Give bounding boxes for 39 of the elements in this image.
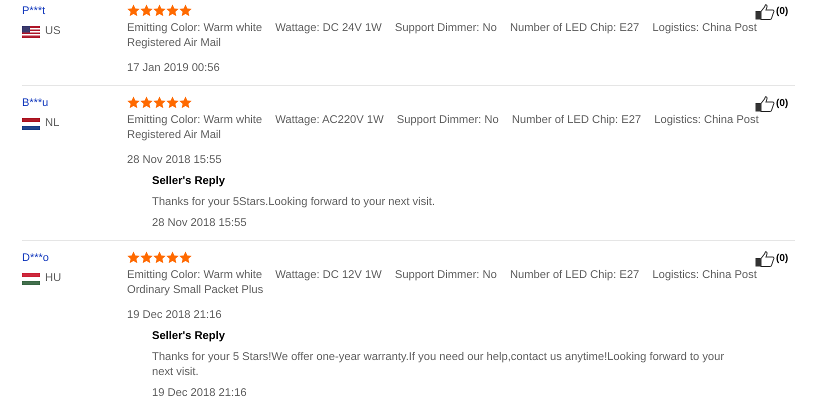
reply-date: 28 Nov 2018 15:55: [152, 216, 247, 231]
thumbs-up-icon[interactable]: [755, 4, 775, 20]
star-icon: [179, 251, 192, 264]
reviewer-name[interactable]: D***o: [22, 251, 49, 266]
like-count: (0): [776, 252, 788, 266]
review-date: 17 Jan 2019 00:56: [127, 61, 220, 76]
star-icon: [153, 4, 166, 17]
like-count: (0): [776, 5, 788, 19]
thumbs-up-icon[interactable]: [755, 251, 775, 267]
reply-date: 19 Dec 2018 21:16: [152, 386, 247, 400]
product-attributes: Emitting Color: Warm white Wattage: DC 12V 1W Support Dimmer: No Number of LED Chip: E27 Logistics: China Post Ordinary Small Packet Plus: [127, 268, 758, 298]
country-code: NL: [45, 116, 60, 131]
country-code: HU: [45, 271, 62, 286]
star-icon: [166, 4, 179, 17]
review-date: 19 Dec 2018 21:16: [127, 308, 222, 323]
reviewer-name[interactable]: B***u: [22, 96, 48, 111]
star-icon: [127, 4, 140, 17]
country-code: US: [45, 24, 61, 39]
like-count: (0): [776, 97, 788, 111]
reply-text: Thanks for your 5 Stars!We offer one-year warranty.If you need our help,contact us anytime!Looking forward to your next visit.: [152, 350, 726, 380]
review-date: 28 Nov 2018 15:55: [127, 153, 222, 168]
reply-title: Seller's Reply: [152, 329, 225, 344]
star-icon: [140, 251, 153, 264]
star-icon: [140, 96, 153, 109]
reply-text: Thanks for your 5Stars.Looking forward to your next visit.: [152, 195, 436, 210]
reply-title: Seller's Reply: [152, 174, 225, 189]
star-icon: [140, 4, 153, 17]
star-icon: [179, 96, 192, 109]
star-icon: [179, 4, 192, 17]
product-attributes: Emitting Color: Warm white Wattage: AC220V 1W Support Dimmer: No Number of LED Chip: E27 Logistics: China Post Registered Air Mail: [127, 113, 760, 143]
star-icon: [153, 251, 166, 264]
star-icon: [166, 251, 179, 264]
star-icon: [153, 96, 166, 109]
product-attributes: Emitting Color: Warm white Wattage: DC 24V 1W Support Dimmer: No Number of LED Chip: E27 Logistics: China Post Registered Air Mail: [127, 21, 758, 51]
star-icon: [127, 251, 140, 264]
star-icon: [127, 96, 140, 109]
star-icon: [166, 96, 179, 109]
reviewer-name[interactable]: P***t: [22, 4, 46, 19]
thumbs-up-icon[interactable]: [755, 96, 775, 112]
